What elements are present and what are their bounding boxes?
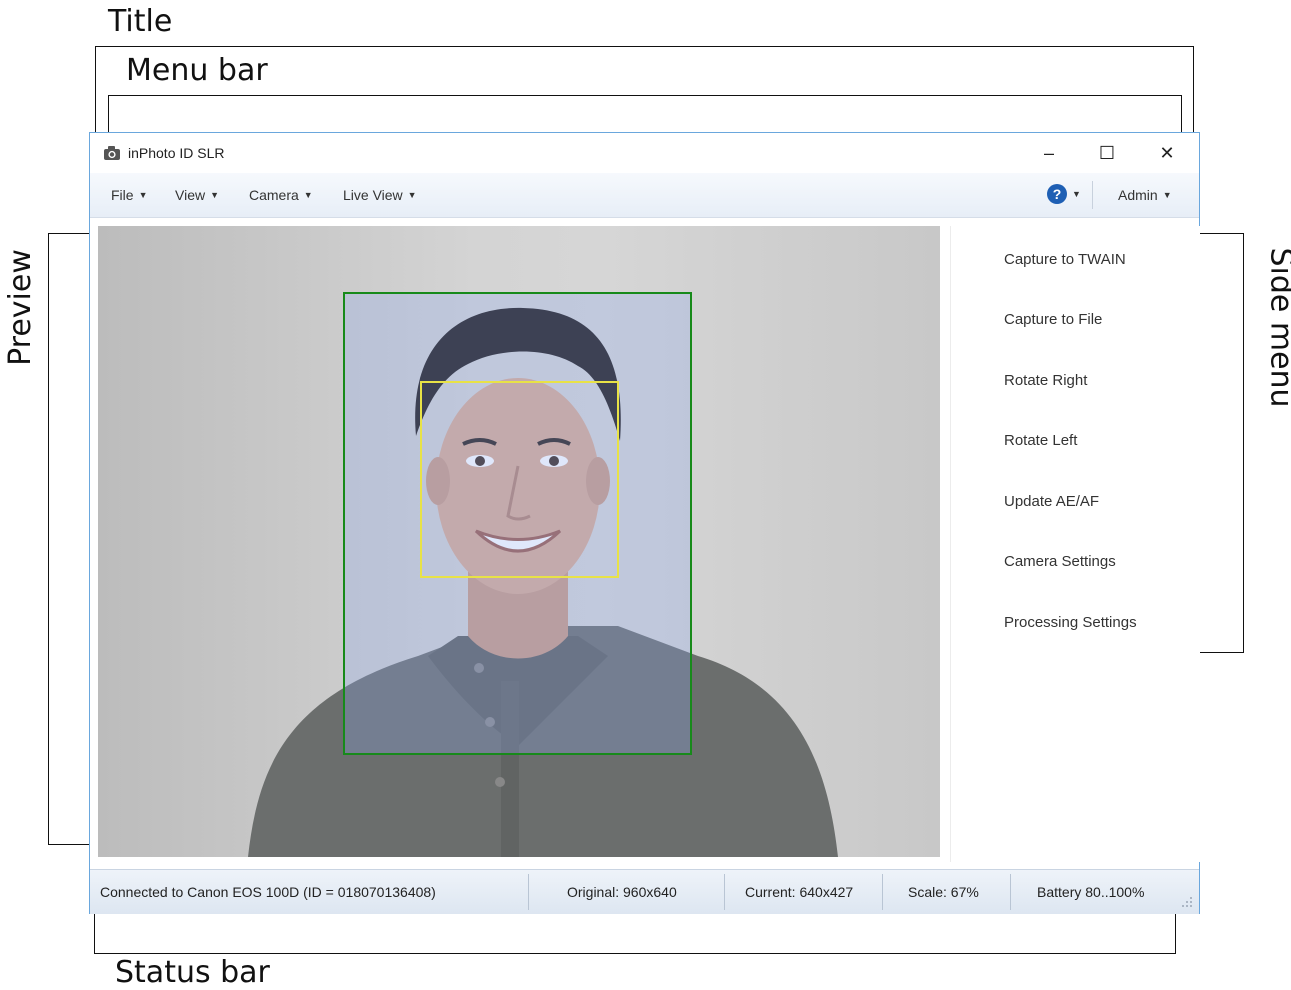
minimize-button[interactable]: – bbox=[1026, 133, 1072, 173]
menu-view[interactable]: View ▼ bbox=[175, 187, 219, 203]
menubar-callout-label: Menu bar bbox=[126, 53, 268, 88]
chevron-down-icon: ▼ bbox=[303, 190, 313, 200]
help-icon: ? bbox=[1047, 184, 1067, 204]
title-callout-label: Title bbox=[108, 4, 173, 39]
chevron-down-icon: ▼ bbox=[407, 190, 417, 200]
rotate-left-button[interactable]: Rotate Left bbox=[1004, 432, 1077, 449]
processing-settings-button[interactable]: Processing Settings bbox=[1004, 614, 1137, 631]
status-separator bbox=[724, 874, 725, 910]
chevron-down-icon: ▼ bbox=[1162, 190, 1172, 200]
face-detection-frame bbox=[420, 381, 619, 578]
camera-settings-button[interactable]: Camera Settings bbox=[1004, 553, 1116, 570]
window-title: inPhoto ID SLR bbox=[128, 145, 225, 161]
status-separator bbox=[1010, 874, 1011, 910]
status-separator bbox=[882, 874, 883, 910]
sidemenu-callout-label: Side menu bbox=[1263, 247, 1291, 408]
chevron-down-icon: ▼ bbox=[210, 190, 220, 200]
help-menu-button[interactable]: ? ▼ bbox=[1047, 184, 1081, 204]
menu-file[interactable]: File ▼ bbox=[111, 187, 147, 203]
capture-to-twain-button[interactable]: Capture to TWAIN bbox=[1004, 251, 1126, 268]
rotate-right-button[interactable]: Rotate Right bbox=[1004, 372, 1087, 389]
menu-live-view[interactable]: Live View ▼ bbox=[343, 187, 417, 203]
chevron-down-icon: ▼ bbox=[138, 190, 148, 200]
menu-bar: File ▼ View ▼ Camera ▼ Live View ▼ ? ▼ Admin… bbox=[90, 173, 1199, 218]
status-connection: Connected to Canon EOS 100D (ID = 018070… bbox=[100, 884, 436, 900]
status-original-size: Original: 960x640 bbox=[567, 884, 677, 900]
menu-admin[interactable]: Admin ▼ bbox=[1118, 187, 1172, 203]
preview-callout-label: Preview bbox=[2, 249, 38, 366]
title-bar[interactable]: inPhoto ID SLR – ☐ ✕ bbox=[90, 133, 1199, 174]
preview-panel[interactable] bbox=[98, 226, 940, 857]
side-menu: Capture to TWAIN Capture to File Rotate … bbox=[950, 226, 1200, 862]
resize-grip-icon[interactable] bbox=[1181, 896, 1193, 908]
camera-icon bbox=[104, 146, 120, 160]
close-button[interactable]: ✕ bbox=[1144, 133, 1190, 173]
menu-camera[interactable]: Camera ▼ bbox=[249, 187, 313, 203]
maximize-button[interactable]: ☐ bbox=[1084, 133, 1130, 173]
statusbar-callout-label: Status bar bbox=[115, 955, 270, 990]
status-bar: Connected to Canon EOS 100D (ID = 018070… bbox=[90, 869, 1199, 914]
status-separator bbox=[528, 874, 529, 910]
status-current-size: Current: 640x427 bbox=[745, 884, 854, 900]
status-scale: Scale: 67% bbox=[908, 884, 979, 900]
app-window: inPhoto ID SLR – ☐ ✕ File ▼ View ▼ Camera ▼… bbox=[89, 132, 1200, 914]
chevron-down-icon: ▼ bbox=[1072, 189, 1081, 199]
capture-to-file-button[interactable]: Capture to File bbox=[1004, 311, 1102, 328]
status-battery: Battery 80..100% bbox=[1037, 884, 1145, 900]
update-ae-af-button[interactable]: Update AE/AF bbox=[1004, 493, 1099, 510]
menu-separator bbox=[1092, 181, 1093, 209]
